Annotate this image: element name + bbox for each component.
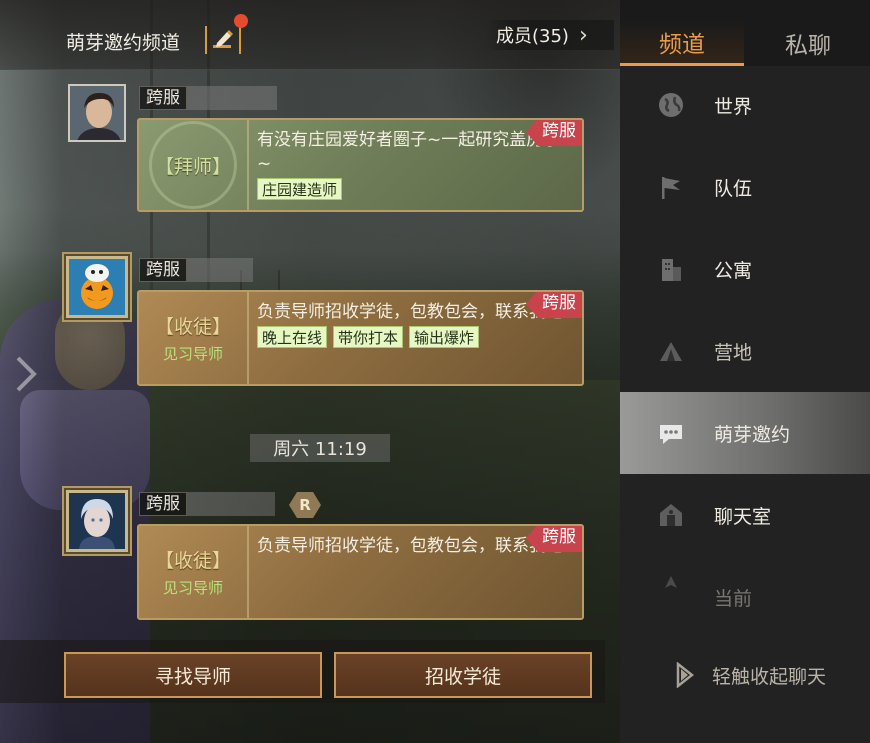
tag-chip: 晚上在线: [257, 326, 328, 348]
cross-server-tag: 跨服: [139, 258, 187, 282]
collapse-chat-button[interactable]: 轻触收起聊天: [620, 648, 870, 702]
find-mentor-button[interactable]: 寻找导师: [64, 652, 322, 698]
sender-tag: 跨服: [139, 258, 253, 282]
message-bubble[interactable]: 跨服 【收徒】 见习导师 负责导师招收学徒，包教包会，联系我吧! 晚上在线 带你…: [137, 290, 584, 386]
chevron-right-icon: ›: [578, 22, 588, 48]
expand-arrow-icon[interactable]: [12, 354, 40, 394]
channel-sidebar: 频道 私聊 世界 队伍 公寓 营地 萌芽邀约 聊天室 当前 轻触收起聊天: [620, 0, 870, 743]
building-icon: [656, 254, 686, 284]
notification-dot: [234, 14, 248, 28]
chat-bubble-icon: [656, 418, 686, 448]
members-button[interactable]: 成员(35) ›: [486, 20, 614, 50]
members-label: 成员(35): [496, 26, 569, 47]
sidebar-item-label: 当前: [714, 588, 753, 610]
chat-tabs: 频道 私聊: [620, 0, 870, 66]
sidebar-item-label: 公寓: [714, 259, 753, 282]
chat-header: 萌芽邀约频道 成员(35) ›: [0, 0, 620, 70]
tab-private-chat[interactable]: 私聊: [746, 20, 870, 66]
collapse-chat-label: 轻触收起聊天: [712, 665, 827, 688]
message-content: 负责导师招收学徒，包教包会，联系我吧!: [257, 534, 570, 558]
sender-tag: 跨服: [139, 86, 277, 110]
sidebar-item-label: 营地: [714, 341, 753, 364]
cross-server-ribbon: 跨服: [526, 526, 582, 552]
message-text: 负责导师招收学徒，包教包会，联系我吧!: [257, 302, 570, 322]
role-label: 【收徒】: [154, 316, 231, 338]
tent-icon: [656, 336, 686, 366]
sidebar-item-chatroom[interactable]: 聊天室: [620, 474, 870, 556]
message-bubble[interactable]: 跨服 【收徒】 见习导师 负责导师招收学徒，包教包会，联系我吧!: [137, 524, 584, 620]
role-section: 【收徒】 见习导师: [139, 292, 249, 384]
tag-chips: 庄园建造师: [257, 178, 570, 200]
pencil-icon: [213, 30, 233, 48]
sidebar-item-apartment[interactable]: 公寓: [620, 228, 870, 310]
house-icon: [656, 500, 686, 530]
subrole-label: 见习导师: [162, 579, 223, 597]
sidebar-item-team[interactable]: 队伍: [620, 146, 870, 228]
message-text: 负责导师招收学徒，包教包会，联系我吧!: [257, 536, 570, 556]
tag-chip: 庄园建造师: [257, 178, 343, 200]
role-section: 【拜师】: [139, 120, 249, 210]
mentor-emblem-icon: [149, 121, 237, 209]
sender-name-redacted: [187, 86, 277, 110]
sidebar-item-label: 世界: [714, 95, 753, 118]
cross-server-tag: 跨服: [139, 492, 187, 516]
play-triangle-icon: [676, 661, 695, 689]
recruit-apprentice-button[interactable]: 招收学徒: [334, 652, 592, 698]
message-content: 有没有庄园爱好者圈子~一起研究盖房子~ 庄园建造师: [257, 128, 570, 200]
sidebar-item-current[interactable]: 当前: [620, 556, 870, 616]
sender-tag: 跨服: [139, 492, 275, 516]
tag-chip: 带你打本: [333, 326, 404, 348]
location-icon: [656, 571, 686, 601]
sender-name-redacted: [187, 492, 275, 516]
globe-icon: [656, 90, 686, 120]
tab-channel[interactable]: 频道: [620, 20, 744, 66]
avatar[interactable]: [68, 84, 126, 142]
role-section: 【收徒】 见习导师: [139, 526, 249, 618]
cross-server-tag: 跨服: [139, 86, 187, 110]
edit-button[interactable]: [205, 26, 241, 54]
channel-title: 萌芽邀约频道: [66, 32, 181, 54]
tag-chips: 晚上在线 带你打本 输出爆炸: [257, 326, 570, 348]
avatar[interactable]: [66, 256, 128, 318]
cross-server-ribbon: 跨服: [526, 292, 582, 318]
sidebar-item-label: 队伍: [714, 177, 753, 200]
sidebar-item-label: 萌芽邀约: [714, 423, 791, 446]
message-bubble[interactable]: 跨服 【拜师】 有没有庄园爱好者圈子~一起研究盖房子~ 庄园建造师: [137, 118, 584, 212]
sidebar-item-sprout-invite[interactable]: 萌芽邀约: [620, 392, 870, 474]
tag-chip: 输出爆炸: [409, 326, 480, 348]
timestamp-divider: 周六 11:19: [250, 434, 390, 462]
sidebar-item-world[interactable]: 世界: [620, 64, 870, 146]
sidebar-item-label: 聊天室: [714, 505, 772, 528]
message-text: 有没有庄园爱好者圈子~一起研究盖房子~: [257, 130, 561, 174]
sidebar-item-camp[interactable]: 营地: [620, 310, 870, 392]
cross-server-ribbon: 跨服: [526, 120, 582, 146]
sender-name-redacted: [187, 258, 253, 282]
flag-icon: [656, 172, 686, 202]
message-content: 负责导师招收学徒，包教包会，联系我吧! 晚上在线 带你打本 输出爆炸: [257, 300, 570, 348]
avatar[interactable]: [66, 490, 128, 552]
subrole-label: 见习导师: [162, 345, 223, 363]
role-label: 【收徒】: [154, 550, 231, 572]
